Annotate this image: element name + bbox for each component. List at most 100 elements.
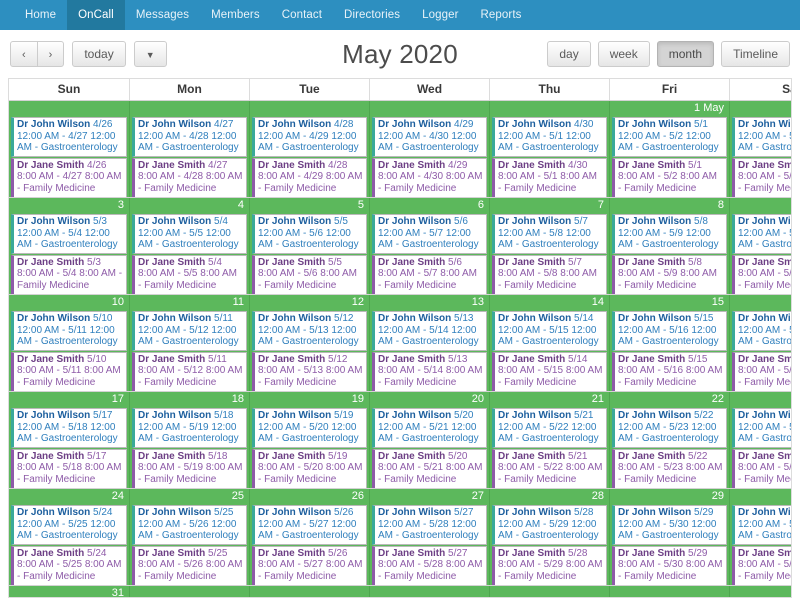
calendar-day-cell[interactable]: 29 Dr John Wilson 5/29 12:00 AM - 5/30 12…: [609, 489, 729, 585]
calendar-event[interactable]: Dr John Wilson 5/21 12:00 AM - 5/22 12:0…: [492, 408, 607, 448]
calendar-event[interactable]: Dr Jane Smith 5/23 8:00 AM - 5/24 8:00 A…: [732, 448, 791, 488]
calendar-event[interactable]: Dr Jane Smith 5/19 8:00 AM - 5/20 8:00 A…: [252, 448, 367, 488]
calendar-event[interactable]: Dr Jane Smith 4/29 8:00 AM - 4/30 8:00 A…: [372, 157, 487, 197]
calendar-event[interactable]: Dr John Wilson 4/28 12:00 AM - 4/29 12:0…: [252, 117, 367, 157]
calendar-event[interactable]: Dr Jane Smith 5/18 8:00 AM - 5/19 8:00 A…: [132, 448, 247, 488]
calendar-day-cell[interactable]: 20 Dr John Wilson 5/20 12:00 AM - 5/21 12…: [369, 392, 489, 488]
today-button[interactable]: today: [72, 41, 126, 67]
calendar-event[interactable]: Dr Jane Smith 5/4 8:00 AM - 5/5 8:00 AM …: [132, 254, 247, 294]
calendar-event[interactable]: Dr John Wilson 5/5 12:00 AM - 5/6 12:00 …: [252, 214, 367, 254]
calendar-day-cell[interactable]: 23Dr John Wilson 5/23 12:00 AM - 5/24 12…: [729, 392, 791, 488]
calendar-day-cell[interactable]: Dr John Wilson 4/26 12:00 AM - 4/27 12:0…: [9, 101, 129, 197]
calendar-day-cell[interactable]: Dr John Wilson 4/29 12:00 AM - 4/30 12:0…: [369, 101, 489, 197]
calendar-event[interactable]: Dr Jane Smith 5/14 8:00 AM - 5/15 8:00 A…: [492, 351, 607, 391]
calendar-day-cell[interactable]: 13 Dr John Wilson 5/13 12:00 AM - 5/14 12…: [369, 295, 489, 391]
calendar-day-cell[interactable]: 19 Dr John Wilson 5/19 12:00 AM - 5/20 12…: [249, 392, 369, 488]
calendar-event[interactable]: Dr Jane Smith 5/16 8:00 AM - 5/17 8:00 A…: [732, 351, 791, 391]
view-button-day[interactable]: day: [547, 41, 591, 67]
calendar-day-cell[interactable]: [249, 586, 369, 597]
calendar-day-cell[interactable]: 1 May Dr John Wilson 5/1 12:00 AM - 5/2 1…: [609, 101, 729, 197]
calendar-day-cell[interactable]: 24 Dr John Wilson 5/24 12:00 AM - 5/25 12…: [9, 489, 129, 585]
calendar-event[interactable]: Dr John Wilson 5/8 12:00 AM - 5/9 12:00 …: [612, 214, 727, 254]
calendar-event[interactable]: Dr John Wilson 5/27 12:00 AM - 5/28 12:0…: [372, 505, 487, 545]
nav-item-logger[interactable]: Logger: [411, 0, 469, 30]
calendar-day-cell[interactable]: 27 Dr John Wilson 5/27 12:00 AM - 5/28 12…: [369, 489, 489, 585]
calendar-event[interactable]: Dr Jane Smith 5/30 8:00 AM - 5/31 8:00 A…: [732, 545, 791, 585]
calendar-day-cell[interactable]: 7 Dr John Wilson 5/7 12:00 AM - 5/8 12:00…: [489, 198, 609, 294]
calendar-day-cell[interactable]: 15 Dr John Wilson 5/15 12:00 AM - 5/16 12…: [609, 295, 729, 391]
calendar-day-cell[interactable]: Dr John Wilson 4/28 12:00 AM - 4/29 12:0…: [249, 101, 369, 197]
calendar-event[interactable]: Dr John Wilson 5/19 12:00 AM - 5/20 12:0…: [252, 408, 367, 448]
nav-item-contact[interactable]: Contact: [271, 0, 333, 30]
calendar-event[interactable]: Dr Jane Smith 5/20 8:00 AM - 5/21 8:00 A…: [372, 448, 487, 488]
calendar-event[interactable]: Dr John Wilson 4/27 12:00 AM - 4/28 12:0…: [132, 117, 247, 157]
calendar-day-cell[interactable]: 30Dr John Wilson 5/30 12:00 AM - 5/31 12…: [729, 489, 791, 585]
calendar-event[interactable]: Dr Jane Smith 4/26 8:00 AM - 4/27 8:00 A…: [11, 157, 127, 197]
calendar-event[interactable]: Dr Jane Smith 5/8 8:00 AM - 5/9 8:00 AM …: [612, 254, 727, 294]
calendar-event[interactable]: Dr John Wilson 5/12 12:00 AM - 5/13 12:0…: [252, 311, 367, 351]
calendar-day-cell[interactable]: [489, 586, 609, 597]
calendar-event[interactable]: Dr Jane Smith 5/11 8:00 AM - 5/12 8:00 A…: [132, 351, 247, 391]
calendar-event[interactable]: Dr Jane Smith 4/27 8:00 AM - 4/28 8:00 A…: [132, 157, 247, 197]
calendar-event[interactable]: Dr John Wilson 5/11 12:00 AM - 5/12 12:0…: [132, 311, 247, 351]
calendar-day-cell[interactable]: 4 Dr John Wilson 5/4 12:00 AM - 5/5 12:00…: [129, 198, 249, 294]
calendar-event[interactable]: Dr John Wilson 4/30 12:00 AM - 5/1 12:00…: [492, 117, 607, 157]
calendar-day-cell[interactable]: 25 Dr John Wilson 5/25 12:00 AM - 5/26 12…: [129, 489, 249, 585]
calendar-event[interactable]: Dr Jane Smith 5/26 8:00 AM - 5/27 8:00 A…: [252, 545, 367, 585]
calendar-event[interactable]: Dr John Wilson 4/26 12:00 AM - 4/27 12:0…: [11, 117, 127, 157]
calendar-day-cell[interactable]: 14 Dr John Wilson 5/14 12:00 AM - 5/15 12…: [489, 295, 609, 391]
calendar-event[interactable]: Dr John Wilson 5/15 12:00 AM - 5/16 12:0…: [612, 311, 727, 351]
calendar-event[interactable]: Dr Jane Smith 5/10 8:00 AM - 5/11 8:00 A…: [11, 351, 127, 391]
calendar-event[interactable]: Dr John Wilson 5/28 12:00 AM - 5/29 12:0…: [492, 505, 607, 545]
calendar-event[interactable]: Dr John Wilson 5/16 12:00 AM - 5/17 12:0…: [732, 311, 791, 351]
calendar-day-cell[interactable]: 5 Dr John Wilson 5/5 12:00 AM - 5/6 12:00…: [249, 198, 369, 294]
calendar-day-cell[interactable]: 31: [9, 586, 129, 597]
calendar-event[interactable]: Dr Jane Smith 5/13 8:00 AM - 5/14 8:00 A…: [372, 351, 487, 391]
calendar-event[interactable]: Dr Jane Smith 5/6 8:00 AM - 5/7 8:00 AM …: [372, 254, 487, 294]
nav-item-reports[interactable]: Reports: [470, 0, 533, 30]
calendar-event[interactable]: Dr John Wilson 5/6 12:00 AM - 5/7 12:00 …: [372, 214, 487, 254]
calendar-day-cell[interactable]: 18 Dr John Wilson 5/18 12:00 AM - 5/19 12…: [129, 392, 249, 488]
calendar-day-cell[interactable]: 22 Dr John Wilson 5/22 12:00 AM - 5/23 12…: [609, 392, 729, 488]
view-dropdown-button[interactable]: ▼: [133, 41, 167, 67]
calendar-event[interactable]: Dr Jane Smith 5/1 8:00 AM - 5/2 8:00 AM …: [612, 157, 727, 197]
calendar-day-cell[interactable]: Dr John Wilson 4/27 12:00 AM - 4/28 12:0…: [129, 101, 249, 197]
calendar-day-cell[interactable]: 10 Dr John Wilson 5/10 12:00 AM - 5/11 12…: [9, 295, 129, 391]
calendar-day-cell[interactable]: Dr John Wilson 5/2 12:00 AM - 5/3 12:00 …: [729, 101, 791, 197]
calendar-event[interactable]: Dr Jane Smith 5/17 8:00 AM - 5/18 8:00 A…: [11, 448, 127, 488]
calendar-day-cell[interactable]: [729, 586, 791, 597]
nav-item-home[interactable]: Home: [14, 0, 67, 30]
calendar-event[interactable]: Dr Jane Smith 5/12 8:00 AM - 5/13 8:00 A…: [252, 351, 367, 391]
calendar-event[interactable]: Dr Jane Smith 5/28 8:00 AM - 5/29 8:00 A…: [492, 545, 607, 585]
calendar-day-cell[interactable]: 12 Dr John Wilson 5/12 12:00 AM - 5/13 12…: [249, 295, 369, 391]
calendar-event[interactable]: Dr Jane Smith 5/15 8:00 AM - 5/16 8:00 A…: [612, 351, 727, 391]
calendar-day-cell[interactable]: 6 Dr John Wilson 5/6 12:00 AM - 5/7 12:00…: [369, 198, 489, 294]
calendar-event[interactable]: Dr Jane Smith 5/2 8:00 AM - 5/3 8:00 AM …: [732, 157, 791, 197]
calendar-event[interactable]: Dr Jane Smith 5/7 8:00 AM - 5/8 8:00 AM …: [492, 254, 607, 294]
calendar-event[interactable]: Dr Jane Smith 5/5 8:00 AM - 5/6 8:00 AM …: [252, 254, 367, 294]
calendar-event[interactable]: Dr John Wilson 5/9 12:00 AM - 5/10 12:00…: [732, 214, 791, 254]
calendar-event[interactable]: Dr John Wilson 5/20 12:00 AM - 5/21 12:0…: [372, 408, 487, 448]
calendar-day-cell[interactable]: 17 Dr John Wilson 5/17 12:00 AM - 5/18 12…: [9, 392, 129, 488]
calendar-day-cell[interactable]: 3 Dr John Wilson 5/3 12:00 AM - 5/4 12:00…: [9, 198, 129, 294]
calendar-day-cell[interactable]: 9Dr John Wilson 5/9 12:00 AM - 5/10 12:0…: [729, 198, 791, 294]
calendar-event[interactable]: Dr John Wilson 5/2 12:00 AM - 5/3 12:00 …: [732, 117, 791, 157]
calendar-day-cell[interactable]: 16Dr John Wilson 5/16 12:00 AM - 5/17 12…: [729, 295, 791, 391]
calendar-day-cell[interactable]: 26 Dr John Wilson 5/26 12:00 AM - 5/27 12…: [249, 489, 369, 585]
calendar-event[interactable]: Dr Jane Smith 5/27 8:00 AM - 5/28 8:00 A…: [372, 545, 487, 585]
calendar-day-cell[interactable]: 11 Dr John Wilson 5/11 12:00 AM - 5/12 12…: [129, 295, 249, 391]
calendar-event[interactable]: Dr Jane Smith 5/9 8:00 AM - 5/10 8:00 AM…: [732, 254, 791, 294]
calendar-event[interactable]: Dr John Wilson 5/22 12:00 AM - 5/23 12:0…: [612, 408, 727, 448]
prev-month-button[interactable]: ‹: [10, 41, 38, 67]
next-month-button[interactable]: ›: [36, 41, 65, 67]
calendar-event[interactable]: Dr John Wilson 5/23 12:00 AM - 5/24 12:0…: [732, 408, 791, 448]
calendar-event[interactable]: Dr John Wilson 5/18 12:00 AM - 5/19 12:0…: [132, 408, 247, 448]
view-button-week[interactable]: week: [597, 41, 650, 67]
calendar-event[interactable]: Dr Jane Smith 4/28 8:00 AM - 4/29 8:00 A…: [252, 157, 367, 197]
calendar-event[interactable]: Dr John Wilson 4/29 12:00 AM - 4/30 12:0…: [372, 117, 487, 157]
view-button-month[interactable]: month: [656, 41, 715, 67]
nav-item-members[interactable]: Members: [200, 0, 271, 30]
calendar-event[interactable]: Dr John Wilson 5/24 12:00 AM - 5/25 12:0…: [11, 505, 127, 545]
calendar-day-cell[interactable]: 21 Dr John Wilson 5/21 12:00 AM - 5/22 12…: [489, 392, 609, 488]
nav-item-directories[interactable]: Directories: [333, 0, 411, 30]
